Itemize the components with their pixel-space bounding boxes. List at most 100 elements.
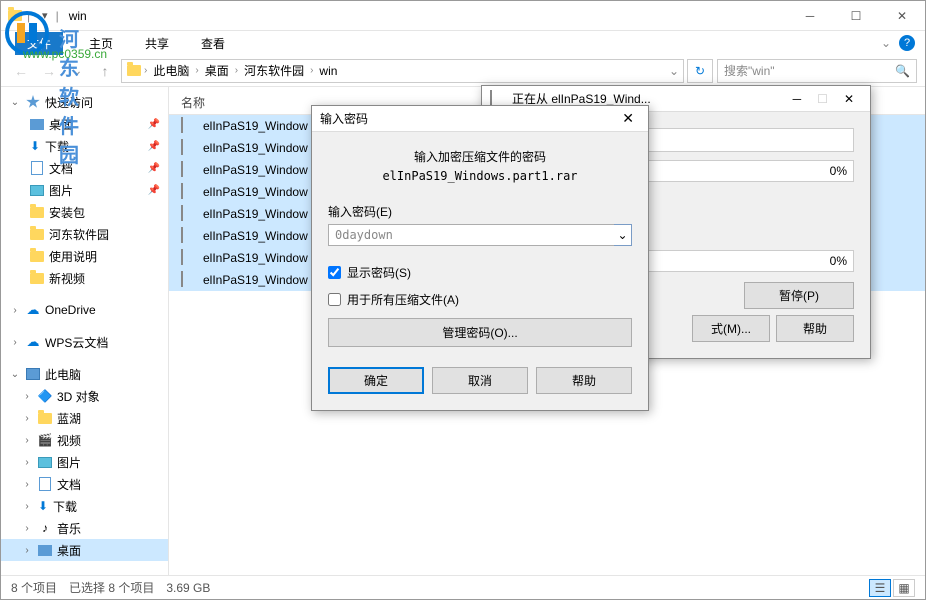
chevron-right-icon[interactable]: ›: [310, 65, 313, 76]
ribbon-expand-icon[interactable]: ⌄: [881, 36, 891, 50]
status-count: 8 个项目: [11, 579, 57, 596]
back-button[interactable]: ←: [9, 59, 33, 83]
folder-icon: [29, 226, 45, 242]
status-selected: 已选择 8 个项目: [69, 579, 154, 596]
manage-passwords-button[interactable]: 管理密码(O)...: [328, 318, 632, 347]
cancel-button[interactable]: 取消: [432, 367, 528, 394]
tree-video[interactable]: › 🎬 视频: [1, 429, 168, 451]
tree-thispc[interactable]: ⌄ 此电脑: [1, 363, 168, 385]
tree-label: 文档: [57, 476, 81, 493]
tree-desktop[interactable]: › 桌面: [1, 539, 168, 561]
caret-icon[interactable]: ›: [9, 337, 21, 348]
breadcrumb-seg[interactable]: 河东软件园: [240, 60, 308, 81]
tree-label: 安装包: [49, 204, 85, 221]
help-button[interactable]: 帮助: [776, 315, 854, 342]
tree-folder[interactable]: 使用说明: [1, 245, 168, 267]
chevron-right-icon[interactable]: ›: [195, 65, 198, 76]
desktop-icon: [37, 542, 53, 558]
ribbon-tab-share[interactable]: 共享: [139, 32, 175, 55]
tree-label: 河东软件园: [49, 226, 109, 243]
tree-downloads[interactable]: › ⬇ 下载: [1, 495, 168, 517]
caret-icon[interactable]: ›: [21, 435, 33, 446]
help-button[interactable]: 帮助: [536, 367, 632, 394]
ribbon-tab-view[interactable]: 查看: [195, 32, 231, 55]
tree-folder[interactable]: 新视频: [1, 267, 168, 289]
password-input-label: 输入密码(E): [328, 203, 632, 220]
minimize-button[interactable]: ─: [787, 1, 833, 31]
pause-button[interactable]: 暂停(P): [744, 282, 854, 309]
tree-pictures[interactable]: › 图片: [1, 451, 168, 473]
download-icon: ⬇: [29, 139, 41, 153]
tree-folder[interactable]: 安装包: [1, 201, 168, 223]
maximize-button[interactable]: ☐: [833, 1, 879, 31]
help-icon[interactable]: ?: [899, 35, 915, 51]
caret-icon[interactable]: ⌄: [9, 97, 21, 108]
tree-3dobjects[interactable]: › 🔷 3D 对象: [1, 385, 168, 407]
close-button[interactable]: ✕: [879, 1, 925, 31]
tree-folder[interactable]: › 蓝湖: [1, 407, 168, 429]
caret-icon[interactable]: ›: [21, 501, 33, 512]
dropdown-button[interactable]: ⌄: [614, 224, 632, 246]
checkbox-icon[interactable]: [328, 266, 341, 279]
folder-icon: [29, 204, 45, 220]
tree-desktop[interactable]: 桌面 📌: [1, 113, 168, 135]
show-password-checkbox[interactable]: 显示密码(S): [328, 264, 632, 281]
tree-label: 桌面: [57, 542, 81, 559]
search-input[interactable]: 搜索"win" 🔍: [717, 59, 917, 83]
tree-music[interactable]: › ♪ 音乐: [1, 517, 168, 539]
title-bar: | ▫ ▾ | win ─ ☐ ✕: [1, 1, 925, 31]
refresh-button[interactable]: ↻: [687, 59, 713, 83]
close-button[interactable]: ✕: [616, 108, 640, 129]
checkbox-label: 显示密码(S): [347, 264, 411, 281]
caret-icon[interactable]: ›: [21, 391, 33, 402]
search-icon: 🔍: [895, 64, 910, 78]
dialog-title-bar[interactable]: 输入密码 ✕: [312, 106, 648, 132]
tree-downloads[interactable]: ⬇ 下载 📌: [1, 135, 168, 157]
status-size: 3.69 GB: [166, 581, 210, 595]
tree-label: WPS云文档: [45, 334, 108, 351]
logo-overlay: 河东软件园 www.pc0359.cn: [3, 9, 51, 60]
folder-icon: [126, 63, 142, 79]
tree-quick-access[interactable]: ⌄ 快速访问: [1, 91, 168, 113]
caret-icon[interactable]: ›: [21, 523, 33, 534]
dropdown-icon[interactable]: ⌄: [669, 64, 679, 78]
breadcrumb-seg[interactable]: win: [315, 62, 341, 80]
breadcrumb-seg[interactable]: 桌面: [201, 60, 233, 81]
rar-icon: [181, 140, 197, 156]
password-input[interactable]: [328, 224, 614, 246]
checkbox-icon[interactable]: [328, 293, 341, 306]
breadcrumb[interactable]: › 此电脑 › 桌面 › 河东软件园 › win ⌄: [121, 59, 684, 83]
caret-icon[interactable]: ›: [21, 413, 33, 424]
caret-icon[interactable]: ›: [21, 479, 33, 490]
use-all-checkbox[interactable]: 用于所有压缩文件(A): [328, 291, 632, 308]
view-icons-button[interactable]: ▦: [893, 579, 915, 597]
file-name: elInPaS19_Window: [203, 229, 308, 243]
tree-folder[interactable]: 河东软件园: [1, 223, 168, 245]
forward-button[interactable]: →: [37, 59, 61, 83]
close-button[interactable]: ✕: [836, 90, 862, 108]
folder-icon: [29, 270, 45, 286]
breadcrumb-root[interactable]: 此电脑: [149, 60, 193, 81]
caret-icon[interactable]: ›: [21, 457, 33, 468]
chevron-right-icon[interactable]: ›: [235, 65, 238, 76]
tree-pictures[interactable]: 图片 📌: [1, 179, 168, 201]
chevron-right-icon[interactable]: ›: [144, 65, 147, 76]
view-details-button[interactable]: ☰: [869, 579, 891, 597]
tree-documents[interactable]: 文档 📌: [1, 157, 168, 179]
caret-icon[interactable]: ⌄: [9, 369, 21, 380]
picture-icon: [37, 454, 53, 470]
mode-button[interactable]: 式(M)...: [692, 315, 770, 342]
minimize-button[interactable]: ─: [785, 90, 810, 108]
rar-icon: [181, 206, 197, 222]
status-bar: 8 个项目 已选择 8 个项目 3.69 GB ☰ ▦: [1, 575, 925, 599]
ok-button[interactable]: 确定: [328, 367, 424, 394]
caret-icon[interactable]: ›: [9, 305, 21, 316]
tree-onedrive[interactable]: › ☁ OneDrive: [1, 299, 168, 321]
up-button[interactable]: ↑: [93, 59, 117, 83]
tree-documents[interactable]: › 文档: [1, 473, 168, 495]
tree-wps[interactable]: › ☁ WPS云文档: [1, 331, 168, 353]
tree-label: 蓝湖: [57, 410, 81, 427]
progress-percent: 0%: [830, 254, 847, 268]
caret-icon[interactable]: ›: [21, 545, 33, 556]
cube-icon: 🔷: [37, 388, 53, 404]
